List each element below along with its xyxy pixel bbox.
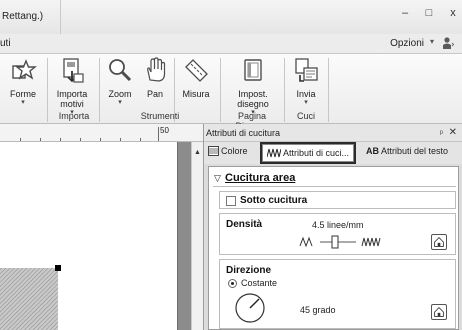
send-icon xyxy=(295,58,318,82)
text-ab-icon: AB xyxy=(366,146,379,156)
minimize-button[interactable]: – xyxy=(398,6,412,20)
stitch-attributes-panel: Attributi di cucitura ᵖ ✕ Colore Attribu… xyxy=(203,124,462,330)
density-slider[interactable] xyxy=(298,234,398,250)
design-settings-icon xyxy=(244,59,262,81)
tab-text-attributes-label: Attributi del testo xyxy=(381,146,449,156)
group-label-sew: Cuci xyxy=(296,111,315,121)
title-bar: Rettang.) – □ x xyxy=(0,0,462,34)
maximize-button[interactable]: □ xyxy=(422,6,436,20)
scroll-up-arrow-icon[interactable]: ▲ xyxy=(194,149,201,156)
shapes-icon xyxy=(12,59,37,80)
import-patterns-button[interactable]: Importa motivi ▾ xyxy=(50,56,94,116)
section-header[interactable]: ▽ Cucitura area xyxy=(213,171,456,187)
direction-value: 45 grado xyxy=(300,305,336,315)
panel-header: Attributi di cucitura ᵖ ✕ xyxy=(204,124,462,142)
measure-label: Misura xyxy=(182,89,210,99)
zoom-button[interactable]: Zoom ▾ xyxy=(103,56,137,106)
constant-radio[interactable] xyxy=(228,279,237,288)
ruler-major-tick xyxy=(158,127,159,141)
direction-box: Direzione Costante 45 grado xyxy=(219,259,456,329)
color-palette-icon xyxy=(208,146,219,156)
ribbon-divider xyxy=(47,58,48,122)
density-box: Densità 4.5 linee/mm xyxy=(219,213,456,255)
constant-radio-label: Costante xyxy=(241,278,278,288)
design-settings-label: Impost. xyxy=(238,89,268,99)
import-label: Importa xyxy=(56,89,88,99)
options-menu[interactable]: Opzioni xyxy=(390,38,424,49)
home-default-icon[interactable] xyxy=(431,234,447,250)
pan-hand-icon xyxy=(147,57,166,82)
vertical-scrollbar[interactable] xyxy=(191,142,203,330)
shapes-label: Forme xyxy=(9,89,36,99)
section-title: Cucitura area xyxy=(225,172,296,184)
stitched-rectangle-shape[interactable] xyxy=(0,142,178,330)
measure-ruler-icon xyxy=(185,59,208,82)
density-label: Densità xyxy=(226,219,263,230)
send-button[interactable]: Invia ▾ xyxy=(288,56,324,106)
import-icon xyxy=(63,58,84,83)
chevron-down-icon: ▾ xyxy=(304,99,308,106)
underlay-stitch-row: Sotto cucitura xyxy=(219,191,456,209)
close-button[interactable]: x xyxy=(446,6,460,20)
ruler-tick xyxy=(140,138,141,141)
group-label-import: Importa xyxy=(58,111,90,121)
ruler-label: 50 xyxy=(160,126,169,135)
tab-color[interactable]: Colore xyxy=(208,146,248,156)
direction-label: Direzione xyxy=(226,265,272,276)
zoom-label: Zoom xyxy=(108,89,132,99)
collapse-triangle-icon[interactable]: ▽ xyxy=(214,173,221,184)
zoom-icon xyxy=(109,59,132,82)
ruler-tick xyxy=(120,138,121,141)
title-divider xyxy=(60,0,61,34)
angle-dial[interactable] xyxy=(234,292,266,324)
tab-stitch-attributes-label: Attributi di cuci... xyxy=(283,148,350,158)
underlay-checkbox[interactable] xyxy=(226,196,236,206)
panel-tabs: Colore Attributi di cuci... AB Attributi… xyxy=(204,142,462,164)
design-page[interactable] xyxy=(0,142,178,330)
measure-button[interactable]: Misura xyxy=(177,56,215,99)
ruler-tick xyxy=(20,138,21,141)
density-value: 4.5 linee/mm xyxy=(312,220,364,230)
horizontal-ruler: 50 xyxy=(0,124,203,142)
pan-button[interactable]: Pan xyxy=(140,56,170,99)
ribbon: Forme ▾ Importa motivi ▾ Zoom ▾ Pan Misu… xyxy=(0,54,462,131)
panel-title: Attributi di cucitura xyxy=(206,128,281,138)
panel-content: ▽ Cucitura area Sotto cucitura Densità 4… xyxy=(208,166,459,330)
send-label: Invia xyxy=(296,89,316,99)
ruler-tick xyxy=(80,138,81,141)
window-title: Rettang.) xyxy=(2,11,44,22)
group-label-design-page: Pagina Disegno xyxy=(235,111,268,131)
design-settings-button[interactable]: Impost. disegno ▾ xyxy=(228,56,278,116)
underlay-label: Sotto cucitura xyxy=(240,195,308,206)
ribbon-tab-partial[interactable]: uti xyxy=(0,38,11,49)
pan-label: Pan xyxy=(146,89,163,99)
group-label-tools: Strumenti xyxy=(140,111,180,121)
ruler-tick xyxy=(100,138,101,141)
pin-icon[interactable]: ᵖ xyxy=(440,128,443,138)
home-default-icon[interactable] xyxy=(431,304,447,320)
ribbon-divider xyxy=(328,58,329,122)
ruler-tick xyxy=(40,138,41,141)
import-label-line2: motivi xyxy=(60,99,84,109)
chevron-down-icon: ▾ xyxy=(118,99,122,106)
stitch-pattern-icon xyxy=(267,148,281,158)
tab-stitch-attributes[interactable]: Attributi di cuci... xyxy=(259,142,357,164)
design-settings-label-line2: disegno xyxy=(237,99,269,109)
chevron-down-icon[interactable]: ▾ xyxy=(430,37,434,46)
ruler-tick xyxy=(60,138,61,141)
help-person-icon[interactable] xyxy=(440,36,454,50)
tab-color-label: Colore xyxy=(221,146,248,156)
chevron-down-icon: ▾ xyxy=(21,99,25,106)
ribbon-tab-row: uti Opzioni ▾ xyxy=(0,34,462,54)
window-controls: – □ x xyxy=(398,6,460,20)
tab-text-attributes[interactable]: AB Attributi del testo xyxy=(366,146,448,156)
design-canvas[interactable] xyxy=(0,142,191,330)
shapes-button[interactable]: Forme ▾ xyxy=(4,56,42,106)
close-icon[interactable]: ✕ xyxy=(449,127,457,138)
